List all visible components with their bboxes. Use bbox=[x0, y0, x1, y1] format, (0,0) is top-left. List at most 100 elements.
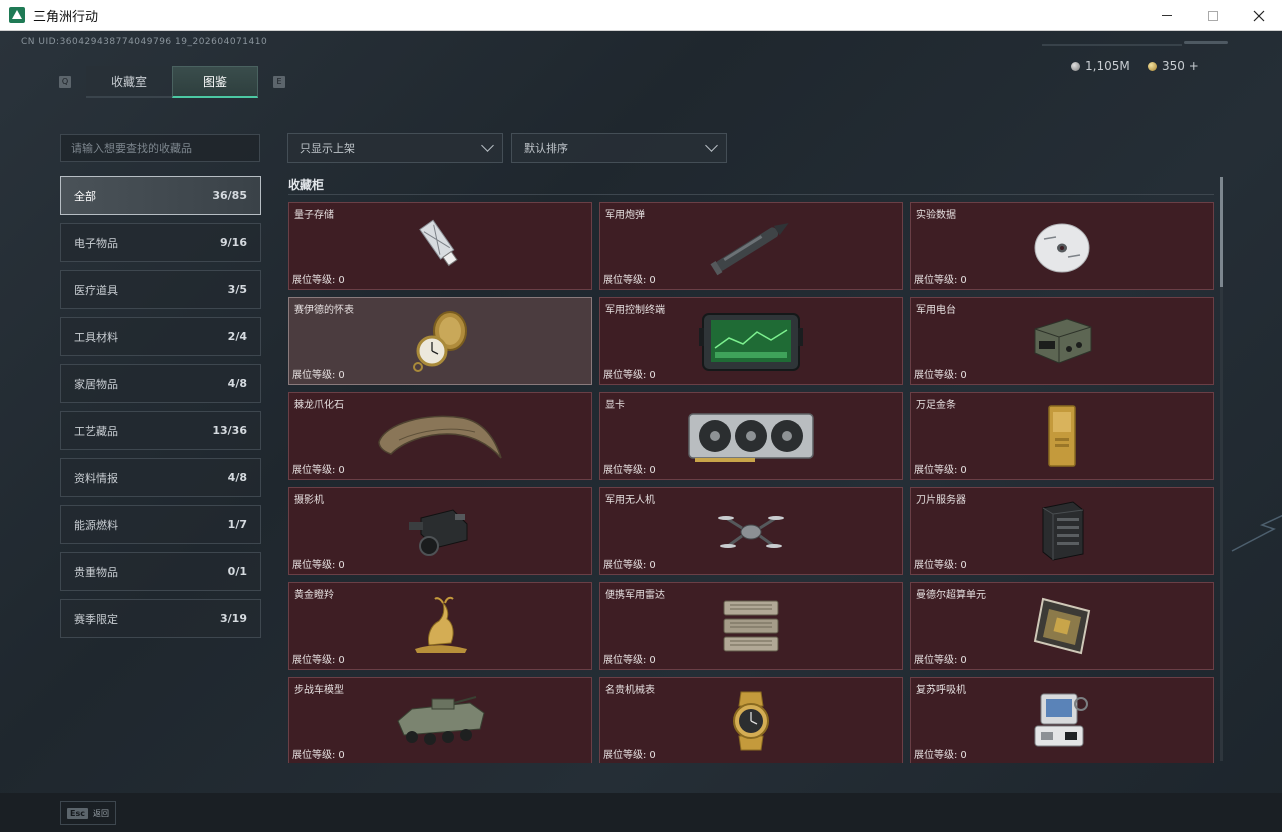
close-button[interactable] bbox=[1236, 0, 1282, 31]
collection-card[interactable]: 棘龙爪化石 展位等级: 0 bbox=[288, 392, 592, 480]
level-value: 0 bbox=[960, 655, 967, 666]
level-value: 0 bbox=[960, 275, 967, 286]
item-name: 军用无人机 bbox=[605, 495, 655, 506]
item-level: 展位等级: 0 bbox=[292, 746, 345, 761]
collection-search-input[interactable] bbox=[60, 134, 260, 162]
item-level: 展位等级: 0 bbox=[914, 461, 967, 476]
collection-card[interactable]: 量子存储 展位等级: 0 bbox=[288, 202, 592, 290]
category-crafts[interactable]: 工艺藏品 13/36 bbox=[60, 411, 261, 450]
collection-grid: 量子存储 展位等级: 0 军用炮弹 展位等级: 0 实验数据 展位等级: 0 赛… bbox=[288, 202, 1214, 763]
category-electronics[interactable]: 电子物品 9/16 bbox=[60, 223, 261, 262]
back-label: 返回 bbox=[92, 808, 109, 818]
category-label: 工具材料 bbox=[74, 330, 118, 344]
control-terminal-icon bbox=[699, 313, 803, 371]
ventilator-icon bbox=[1034, 693, 1088, 747]
category-intel[interactable]: 资料情报 4/8 bbox=[60, 458, 261, 497]
minimize-button[interactable] bbox=[1144, 0, 1190, 31]
item-name: 刀片服务器 bbox=[916, 495, 966, 506]
collection-card[interactable]: 军用炮弹 展位等级: 0 bbox=[599, 202, 903, 290]
collection-card[interactable]: 军用无人机 展位等级: 0 bbox=[599, 487, 903, 575]
graphics-card-icon bbox=[688, 413, 814, 462]
collection-card[interactable]: 刀片服务器 展位等级: 0 bbox=[910, 487, 1214, 575]
back-button[interactable]: Esc 返回 bbox=[60, 801, 116, 825]
level-label: 展位等级: bbox=[603, 655, 647, 666]
category-medical[interactable]: 医疗道具 3/5 bbox=[60, 270, 261, 309]
collection-card[interactable]: 军用电台 展位等级: 0 bbox=[910, 297, 1214, 385]
category-valuables[interactable]: 贵重物品 0/1 bbox=[60, 552, 261, 591]
level-value: 0 bbox=[649, 750, 656, 761]
category-energy[interactable]: 能源燃料 1/7 bbox=[60, 505, 261, 544]
category-household[interactable]: 家居物品 4/8 bbox=[60, 364, 261, 403]
tab-codex[interactable]: 图鉴 bbox=[172, 66, 258, 98]
item-name: 便携军用雷达 bbox=[605, 590, 665, 601]
item-name: 复苏呼吸机 bbox=[916, 685, 966, 696]
minimize-icon bbox=[1162, 15, 1172, 16]
item-level: 展位等级: 0 bbox=[914, 271, 967, 286]
level-label: 展位等级: bbox=[292, 465, 336, 476]
category-count: 4/8 bbox=[227, 377, 247, 390]
level-label: 展位等级: bbox=[292, 275, 336, 286]
silver-currency: 1,105M bbox=[1071, 59, 1130, 73]
maximize-button[interactable] bbox=[1190, 0, 1236, 31]
category-tools[interactable]: 工具材料 2/4 bbox=[60, 317, 261, 356]
collection-card[interactable]: 万足金条 展位等级: 0 bbox=[910, 392, 1214, 480]
item-name: 军用控制终端 bbox=[605, 305, 665, 316]
gold-coin-icon bbox=[1148, 61, 1157, 71]
top-divider bbox=[1042, 44, 1182, 46]
window-title: 三角洲行动 bbox=[33, 9, 99, 25]
category-label: 工艺藏品 bbox=[74, 424, 118, 438]
item-name: 步战车模型 bbox=[294, 685, 344, 696]
category-label: 资料情报 bbox=[74, 471, 118, 485]
pocket-watch-icon bbox=[413, 311, 467, 372]
item-name: 赛伊德的怀表 bbox=[294, 305, 354, 316]
grid-scrollbar[interactable] bbox=[1220, 177, 1223, 761]
esc-key-hint: Esc bbox=[67, 807, 88, 819]
drone-icon bbox=[718, 516, 784, 548]
level-value: 0 bbox=[649, 370, 656, 381]
gold-currency[interactable]: 350 + bbox=[1148, 59, 1199, 73]
tab-collection-room[interactable]: 收藏室 bbox=[86, 66, 172, 98]
level-value: 0 bbox=[649, 465, 656, 476]
category-count: 3/19 bbox=[220, 612, 247, 625]
collection-card[interactable]: 复苏呼吸机 展位等级: 0 bbox=[910, 677, 1214, 763]
collection-card[interactable]: 名贵机械表 展位等级: 0 bbox=[599, 677, 903, 763]
data-disc-icon bbox=[1034, 223, 1090, 273]
collection-card[interactable]: 曼德尔超算单元 展位等级: 0 bbox=[910, 582, 1214, 670]
level-label: 展位等级: bbox=[603, 370, 647, 381]
level-value: 0 bbox=[338, 465, 345, 476]
sort-dropdown[interactable]: 默认排序 bbox=[511, 133, 727, 163]
level-value: 0 bbox=[338, 750, 345, 761]
collection-card[interactable]: 赛伊德的怀表 展位等级: 0 bbox=[288, 297, 592, 385]
item-level: 展位等级: 0 bbox=[292, 651, 345, 666]
collection-card[interactable]: 摄影机 展位等级: 0 bbox=[288, 487, 592, 575]
bottom-bar: Esc 返回 bbox=[0, 793, 1282, 832]
scrollbar-thumb[interactable] bbox=[1220, 177, 1223, 287]
collection-card[interactable]: 黄金瞪羚 展位等级: 0 bbox=[288, 582, 592, 670]
portable-radar-icon bbox=[723, 600, 779, 652]
item-name: 实验数据 bbox=[916, 210, 956, 221]
sort-value: 默认排序 bbox=[524, 142, 568, 155]
tab-prev-key-hint: Q bbox=[59, 76, 71, 88]
item-level: 展位等级: 0 bbox=[914, 651, 967, 666]
section-title: 收藏柜 bbox=[288, 178, 325, 192]
item-name: 曼德尔超算单元 bbox=[916, 590, 986, 601]
item-level: 展位等级: 0 bbox=[603, 556, 656, 571]
top-indicator bbox=[1184, 41, 1228, 44]
collection-card[interactable]: 显卡 展位等级: 0 bbox=[599, 392, 903, 480]
display-filter-dropdown[interactable]: 只显示上架 bbox=[287, 133, 503, 163]
silver-amount: 1,105M bbox=[1085, 59, 1130, 73]
user-id-label: CN UID:360429438774049796 19_20260407141… bbox=[21, 37, 268, 47]
level-value: 0 bbox=[960, 465, 967, 476]
collection-card[interactable]: 实验数据 展位等级: 0 bbox=[910, 202, 1214, 290]
category-count: 0/1 bbox=[227, 565, 247, 578]
ifv-model-icon bbox=[397, 696, 485, 745]
collection-card[interactable]: 步战车模型 展位等级: 0 bbox=[288, 677, 592, 763]
level-label: 展位等级: bbox=[914, 465, 958, 476]
category-count: 9/16 bbox=[220, 236, 247, 249]
category-all[interactable]: 全部 36/85 bbox=[60, 176, 261, 215]
category-label: 医疗道具 bbox=[74, 283, 118, 297]
level-value: 0 bbox=[649, 275, 656, 286]
collection-card[interactable]: 便携军用雷达 展位等级: 0 bbox=[599, 582, 903, 670]
collection-card[interactable]: 军用控制终端 展位等级: 0 bbox=[599, 297, 903, 385]
category-seasonal[interactable]: 赛季限定 3/19 bbox=[60, 599, 261, 638]
